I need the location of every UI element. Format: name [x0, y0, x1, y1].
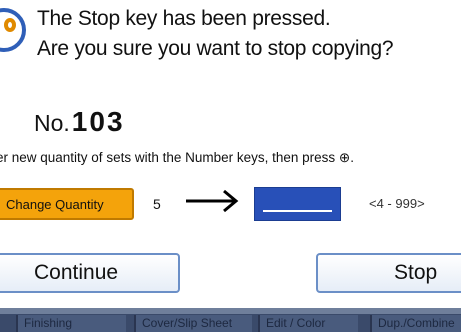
tab-edit-color[interactable]: Edit / Color — [258, 315, 358, 332]
tab-label: Finishing — [24, 316, 73, 330]
bottom-tab-bar: Finishing Cover/Slip Sheet Edit / Color … — [0, 314, 461, 332]
tab-cover-slip-sheet[interactable]: Cover/Slip Sheet — [134, 315, 252, 332]
dialog-message-line1: The Stop key has been pressed. — [37, 7, 331, 30]
tab-dup-combine[interactable]: Dup./Combine — [370, 315, 461, 332]
change-quantity-label: Change Quantity — [6, 196, 104, 212]
current-quantity: 5 — [153, 196, 161, 212]
job-number: No.103 — [34, 106, 125, 138]
dialog-message-line2: Are you sure you want to stop copying? — [37, 37, 394, 60]
stop-label: Stop — [394, 261, 438, 284]
continue-button[interactable]: Continue — [0, 253, 180, 293]
tab-label: Cover/Slip Sheet — [142, 316, 233, 330]
tab-label: Dup./Combine — [378, 316, 455, 330]
change-quantity-button[interactable]: Change Quantity — [0, 188, 134, 220]
quantity-range: <4 - 999> — [369, 196, 425, 211]
stop-button[interactable]: Stop — [316, 253, 461, 293]
job-prefix: No. — [34, 110, 70, 136]
job-number-value: 103 — [71, 106, 125, 137]
new-quantity-input[interactable] — [254, 187, 341, 221]
tab-finishing[interactable]: Finishing — [16, 315, 126, 332]
instruction-text: er new quantity of sets with the Number … — [0, 150, 354, 165]
question-icon — [0, 8, 26, 52]
arrow-right-icon — [186, 189, 239, 213]
continue-label: Continue — [34, 261, 119, 284]
tab-label: Edit / Color — [266, 316, 326, 330]
input-cursor-underline — [263, 210, 332, 212]
